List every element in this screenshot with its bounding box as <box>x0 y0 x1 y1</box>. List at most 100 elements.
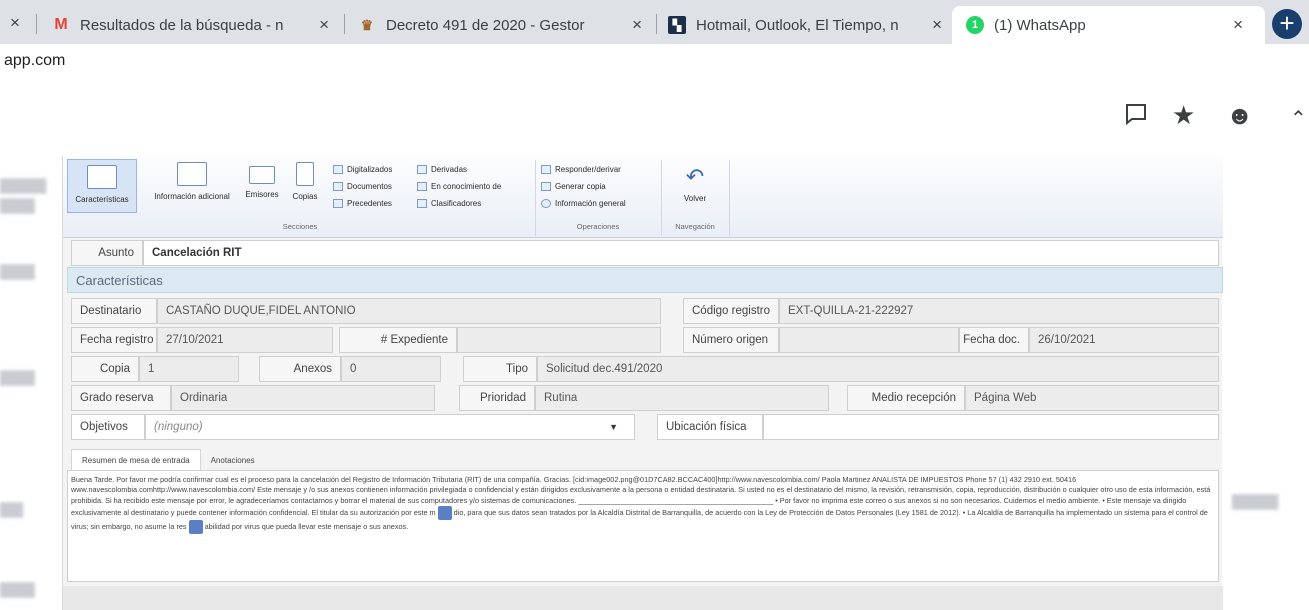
fecha-doc-field[interactable]: 26/10/2021 <box>1029 327 1219 353</box>
codigo-registro-field[interactable]: EXT-QUILLA-21-222927 <box>779 298 1219 324</box>
fecha-registro-field[interactable]: 27/10/2021 <box>157 327 333 353</box>
item-label: Digitalizados <box>347 165 393 174</box>
caracteristicas-button[interactable]: Características <box>67 159 137 213</box>
numero-origen-label: Número origen <box>683 327 779 353</box>
tab-close-icon[interactable]: × <box>10 13 20 33</box>
tab-decreto[interactable]: ♛ Decreto 491 de 2020 - Gestor × <box>358 6 650 44</box>
tab-title: Decreto 491 de 2020 - Gestor <box>386 16 585 34</box>
objetivos-label: Objetivos <box>71 414 145 440</box>
summary-textarea[interactable]: Buena Tarde. Por favor me podría confirm… <box>67 470 1219 582</box>
bg-hint: ▇▇▇ <box>0 263 35 280</box>
chevron-icon: ⌃ <box>1290 108 1307 130</box>
tab-separator <box>656 14 657 34</box>
asunto-value[interactable]: Cancelación RIT <box>143 240 1219 266</box>
star-icon[interactable]: ★ <box>1172 100 1195 131</box>
dropdown-arrow-icon: ▼ <box>609 422 618 432</box>
tab-title: Resultados de la búsqueda - n <box>80 16 284 34</box>
emisores-button[interactable]: Emisores <box>241 162 283 199</box>
asunto-label: Asunto <box>71 240 143 266</box>
bg-hint: ▇▇▇ <box>0 369 35 386</box>
tipo-label: Tipo <box>463 356 537 382</box>
new-tab-button[interactable]: + <box>1272 9 1302 39</box>
tab-gmail[interactable]: M Resultados de la búsqueda - n × <box>52 6 337 44</box>
group-separator <box>535 160 536 236</box>
numero-origen-field[interactable] <box>779 327 959 353</box>
tab-hotmail[interactable]: ▚ Hotmail, Outlook, El Tiempo, n × <box>668 6 950 44</box>
summary-text: abilidad por virus que pueda llevar este… <box>204 522 409 532</box>
bg-hint: ▇▇▇ <box>0 581 35 598</box>
gmail-icon: M <box>54 16 68 33</box>
anexos-field[interactable]: 0 <box>341 356 441 382</box>
medio-recepcion-field[interactable]: Página Web <box>965 385 1219 411</box>
precedentes-button[interactable]: Precedentes <box>333 199 392 208</box>
drag-cursor-icon <box>188 520 203 535</box>
button-label: Información adicional <box>154 192 230 201</box>
bg-hint: ▇▇▇▇ <box>1232 493 1279 510</box>
shield-icon: ♛ <box>360 16 374 33</box>
bg-hint: ▇▇▇▇ <box>0 177 47 194</box>
tab-whatsapp[interactable]: 1 (1) WhatsApp × <box>952 6 1265 44</box>
reply-icon <box>333 199 343 208</box>
tab-close-icon[interactable]: × <box>1233 15 1243 35</box>
item-label: Documentos <box>347 182 392 191</box>
volver-button[interactable]: ↶ Volver <box>665 164 725 203</box>
tab-close-icon[interactable]: × <box>319 15 329 35</box>
tipo-field[interactable]: Solicitud dec.491/2020 <box>537 356 1219 382</box>
copy-icon <box>296 162 314 186</box>
prioridad-field[interactable]: Rutina <box>535 385 829 411</box>
back-arrow-icon: ↶ <box>685 164 705 189</box>
informacion-adicional-button[interactable]: Información adicional <box>147 162 237 201</box>
prioridad-label: Prioridad <box>459 385 535 411</box>
clasificadores-button[interactable]: Clasificadores <box>417 199 481 208</box>
tab-close-icon[interactable]: × <box>632 15 642 35</box>
bg-hint: ▇▇ <box>0 501 24 518</box>
envelope-info-icon <box>177 162 207 186</box>
tab-resumen[interactable]: Resumen de mesa de entrada <box>71 449 201 471</box>
document-icon <box>333 182 343 191</box>
item-label: Información general <box>555 199 626 208</box>
tab-close-icon[interactable]: × <box>932 15 942 35</box>
destinatario-field[interactable]: CASTAÑO DUQUE,FIDEL ANTONIO <box>157 298 661 324</box>
objetivos-select[interactable]: (ninguno) ▼ <box>145 414 635 440</box>
copy-icon <box>541 182 551 191</box>
group-label-operaciones: Operaciones <box>576 222 620 231</box>
copia-field[interactable]: 1 <box>139 356 239 382</box>
button-label: Copias <box>292 192 318 201</box>
emoji-icon[interactable]: ☻ <box>1226 100 1253 131</box>
digitalizados-button[interactable]: Digitalizados <box>333 165 392 174</box>
expediente-field[interactable] <box>457 327 661 353</box>
grado-reserva-label: Grado reserva <box>71 385 171 411</box>
button-label: Volver <box>683 194 707 203</box>
scan-icon <box>333 165 343 174</box>
whatsapp-badge-icon: 1 <box>966 16 984 34</box>
tab-anotaciones[interactable]: Anotaciones <box>201 450 265 471</box>
address-bar[interactable]: app.com <box>0 44 1309 80</box>
derivadas-button[interactable]: Derivadas <box>417 165 467 174</box>
group-label-navegacion: Navegación <box>675 222 715 231</box>
objetivos-value: (ninguno) <box>154 421 203 433</box>
anexos-label: Anexos <box>259 356 341 382</box>
destinatario-label: Destinatario <box>71 298 157 324</box>
codigo-registro-label: Código registro <box>683 298 779 324</box>
informacion-general-button[interactable]: Información general <box>541 199 626 208</box>
expediente-label: # Expediente <box>339 327 457 353</box>
tab-separator <box>36 14 37 34</box>
copia-label: Copia <box>71 356 139 382</box>
generar-copia-button[interactable]: Generar copia <box>541 182 606 191</box>
item-label: Generar copia <box>555 182 606 191</box>
chat-icon[interactable] <box>1124 102 1148 133</box>
ubicacion-fisica-label: Ubicación física <box>657 414 763 440</box>
fecha-registro-label: Fecha registro <box>71 327 157 353</box>
en-conocimiento-button[interactable]: En conocimiento de <box>417 182 501 191</box>
document-app-window: Características Información adicional Em… <box>62 156 1223 610</box>
bottom-bar <box>63 586 1223 610</box>
people-icon <box>417 182 427 191</box>
group-label-secciones: Secciones <box>282 222 318 231</box>
button-label: Emisores <box>245 190 279 199</box>
responder-derivar-button[interactable]: Responder/derivar <box>541 165 621 174</box>
grado-reserva-field[interactable]: Ordinaria <box>171 385 435 411</box>
browser-tab-bar: × M Resultados de la búsqueda - n × ♛ De… <box>0 0 1309 44</box>
ubicacion-fisica-field[interactable] <box>763 414 1219 440</box>
documentos-button[interactable]: Documentos <box>333 182 392 191</box>
copias-button[interactable]: Copias <box>287 162 323 201</box>
